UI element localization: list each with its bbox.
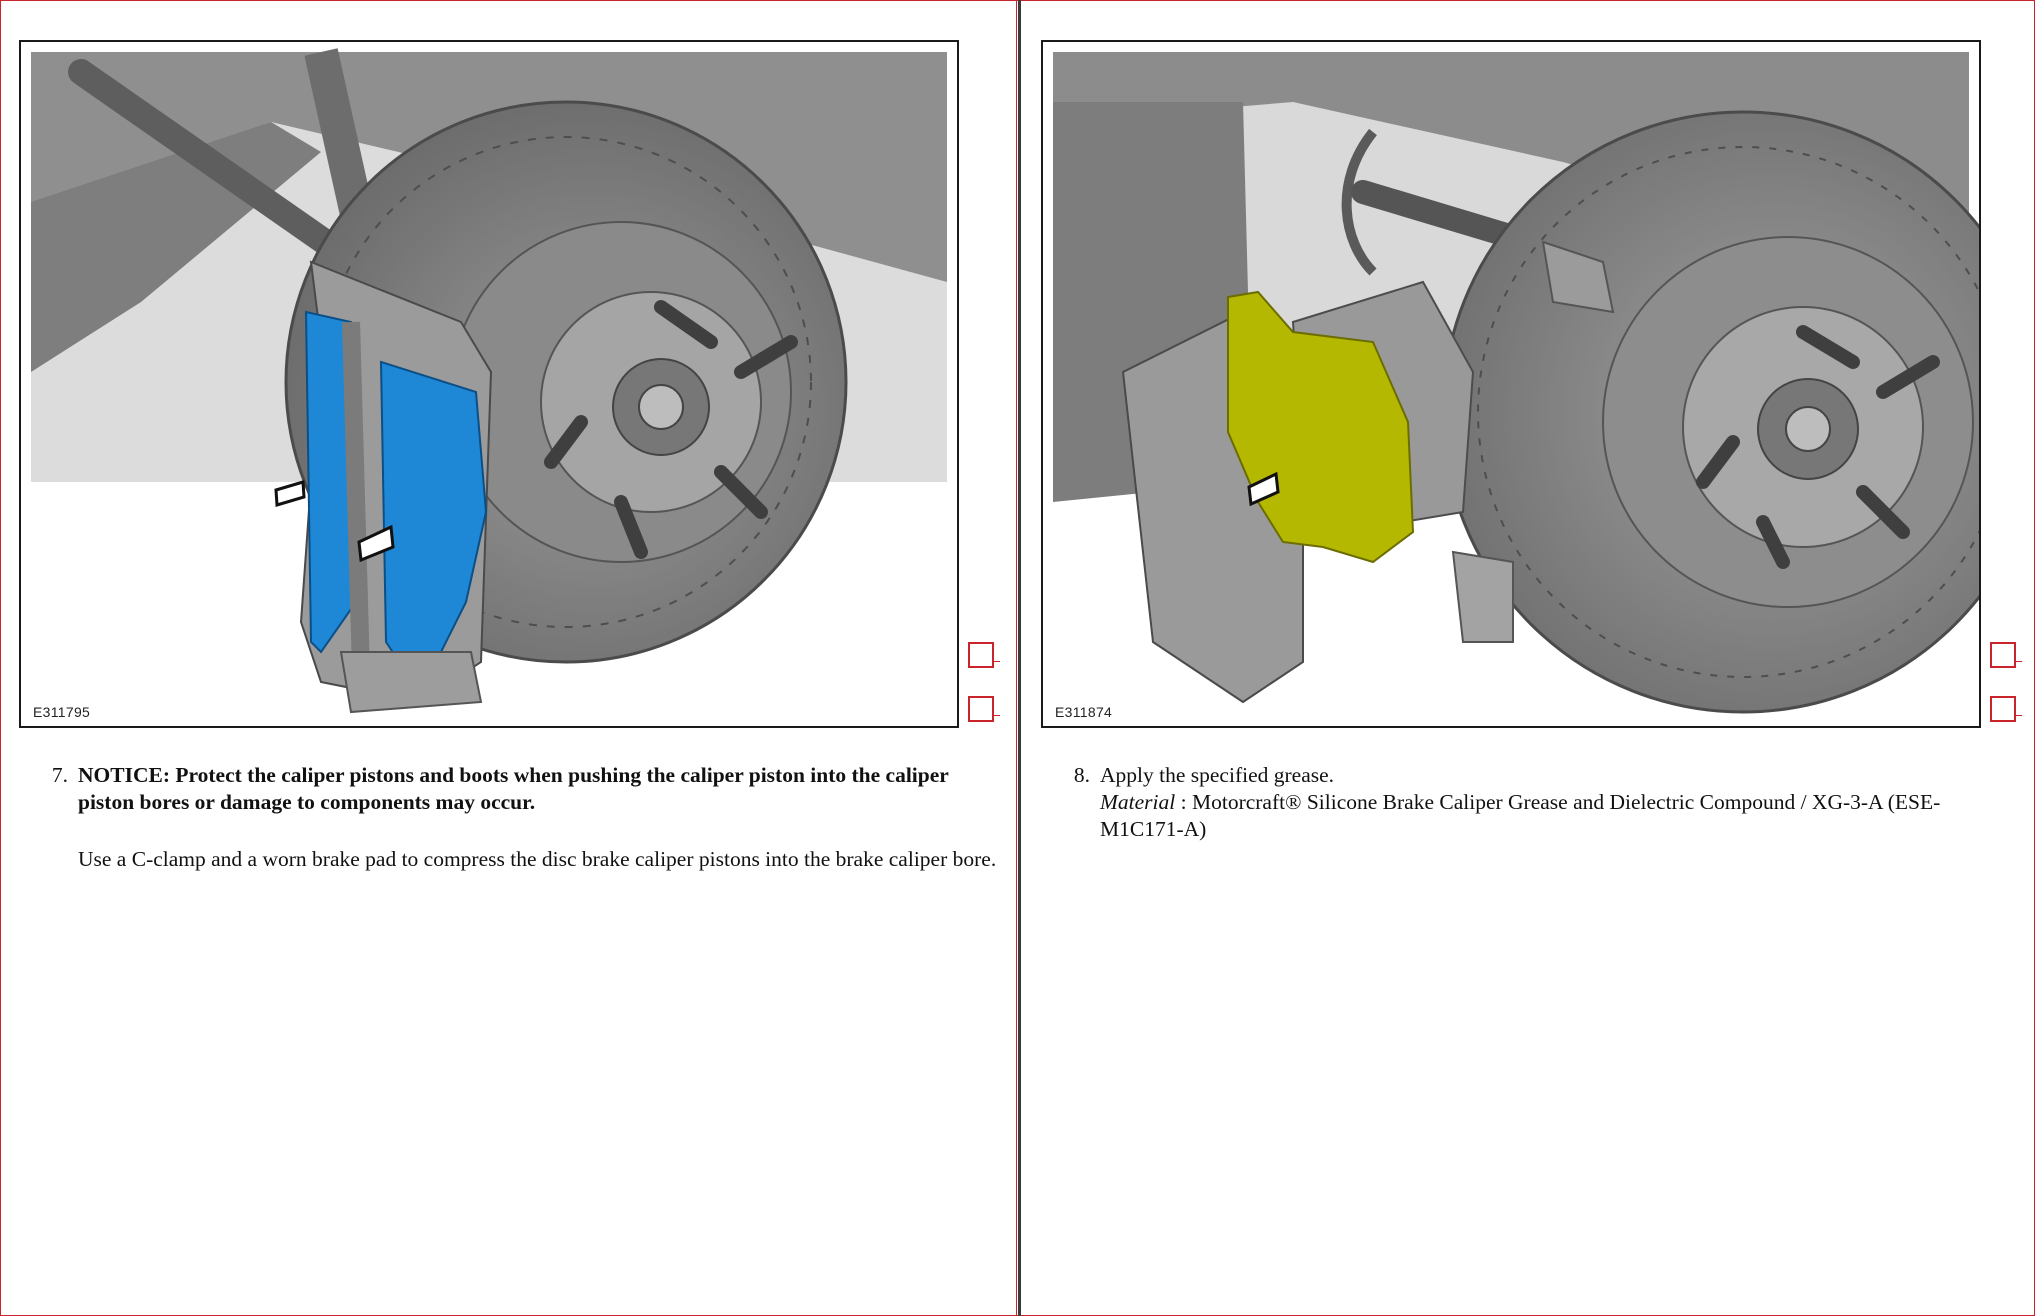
checkbox-right-upper[interactable] <box>1990 642 2022 668</box>
checkbox-right-lower[interactable] <box>1990 696 2022 722</box>
figure-right: E311874 <box>1041 40 1981 728</box>
material-line: Material : Motorcraft® Silicone Brake Ca… <box>1100 789 2002 843</box>
instruction-text: Apply the specified grease. <box>1100 763 1335 787</box>
column-divider <box>1018 0 1021 1316</box>
brake-grease-illustration <box>1053 52 1979 714</box>
material-value: Motorcraft® Silicone Brake Caliper Greas… <box>1100 790 1941 841</box>
material-separator: : <box>1175 790 1192 814</box>
checkbox-left-upper[interactable] <box>968 642 1000 668</box>
instruction-text: Use a C-clamp and a worn brake pad to co… <box>78 847 997 871</box>
material-label: Material <box>1100 790 1176 814</box>
column-divider-red <box>1016 0 1017 1316</box>
step-number: 7. <box>51 763 68 787</box>
checkbox-left-lower[interactable] <box>968 696 1000 722</box>
figure-id-label: E311795 <box>33 704 91 720</box>
step-number: 8. <box>1073 763 1090 787</box>
figure-id-label: E311874 <box>1055 704 1113 720</box>
figure-left: E311795 <box>19 40 959 728</box>
notice-text: NOTICE: Protect the caliper pistons and … <box>78 763 949 814</box>
brake-caliper-compress-illustration <box>31 48 947 714</box>
step-body: Apply the specified grease. Material : M… <box>1100 762 2002 843</box>
step-body: NOTICE: Protect the caliper pistons and … <box>78 762 1000 873</box>
